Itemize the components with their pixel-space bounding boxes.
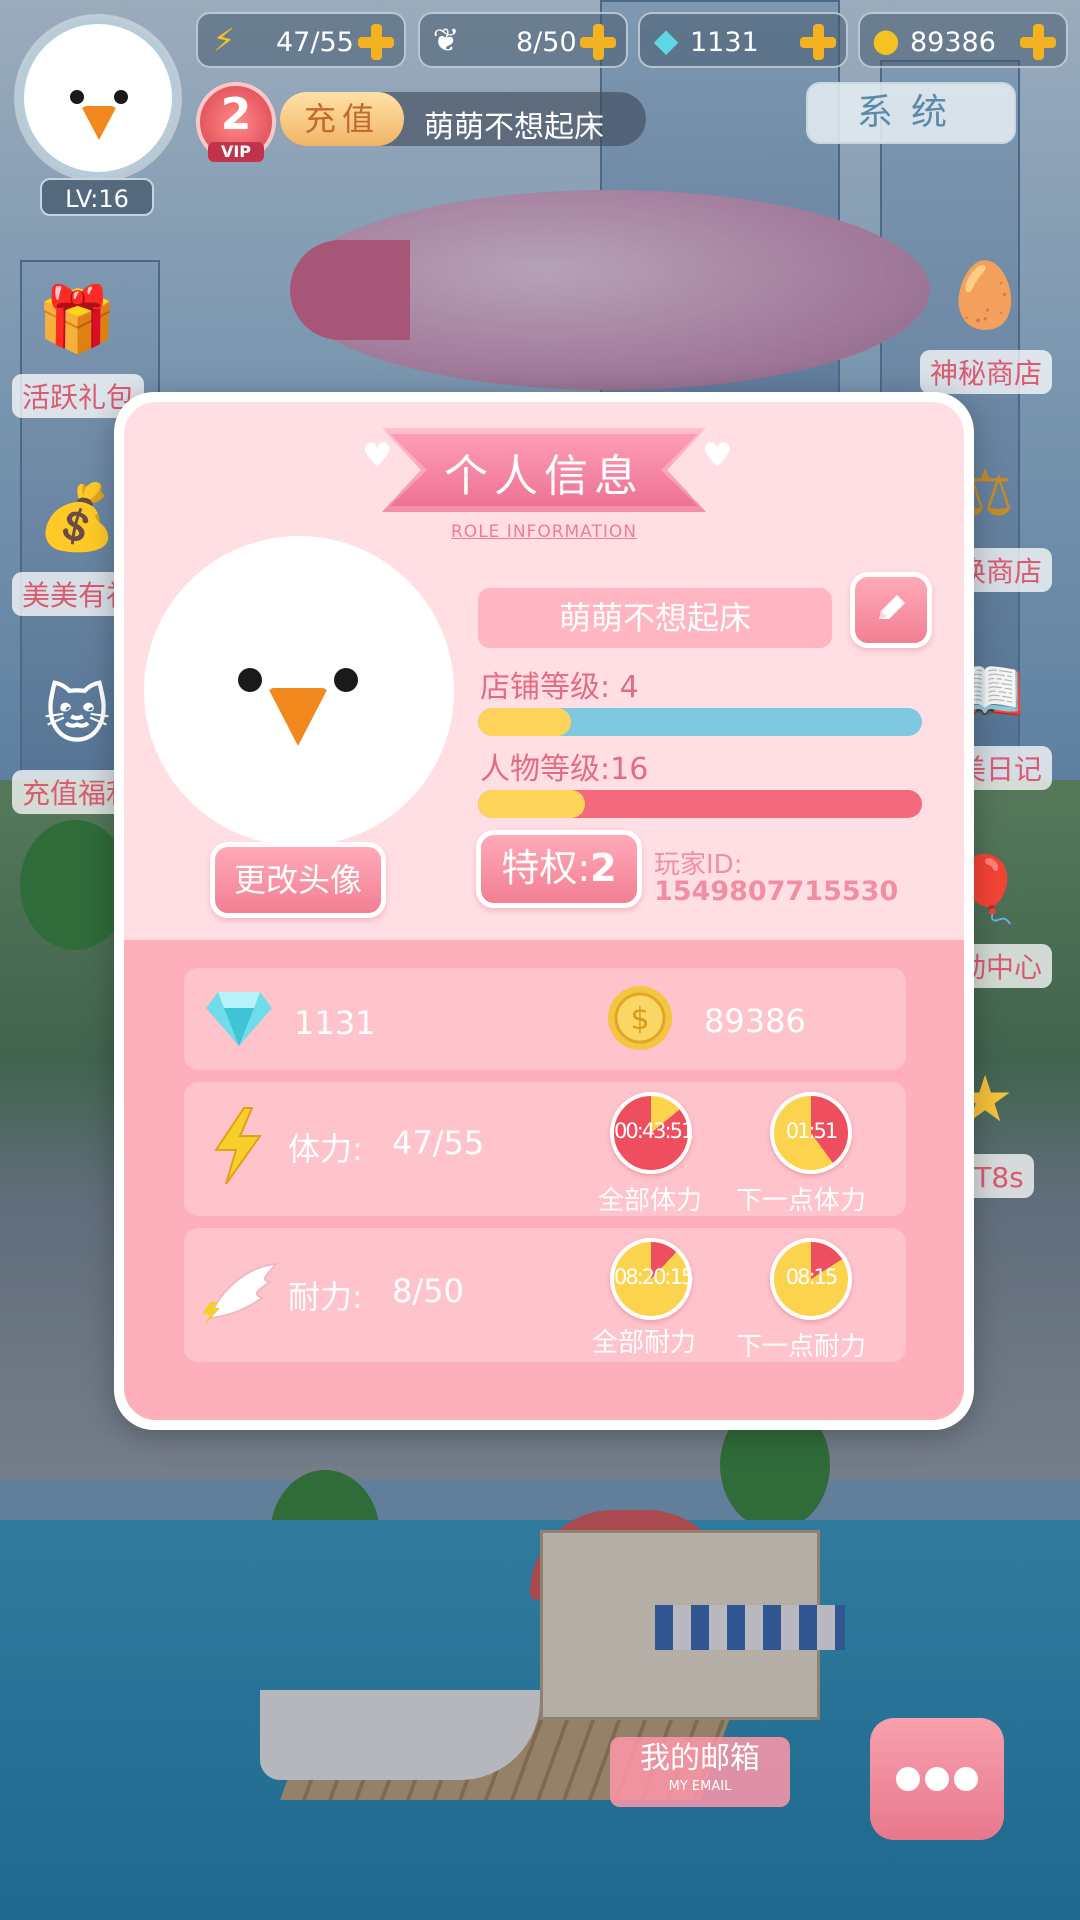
- lucky-cat-icon: 🐱: [43, 679, 111, 753]
- topup-bar: 充值 萌萌不想起床: [280, 92, 646, 146]
- gold-coin-icon: $: [608, 986, 672, 1050]
- endurance-row: 耐力: 8/50 08:20:15 全部耐力 08:15 下一点耐力: [184, 1228, 906, 1362]
- avatar-eye: [114, 90, 128, 104]
- shop-level-bar-fill: [478, 708, 572, 736]
- stamina-amount: 47/55: [392, 1124, 485, 1162]
- vip-label: VIP: [208, 142, 264, 162]
- add-endurance-button[interactable]: [578, 22, 618, 62]
- avatar-beak: [268, 688, 328, 746]
- dot: [954, 1767, 978, 1791]
- coin-icon: ●: [872, 21, 900, 59]
- vip-level: 2: [220, 89, 252, 140]
- side-item-mystery-shop[interactable]: 🥚 神秘商店: [920, 246, 1053, 394]
- wing-icon: [202, 1262, 279, 1326]
- stamina-full-label: 全部体力: [598, 1186, 703, 1216]
- privilege-button[interactable]: 特权:2: [476, 830, 642, 908]
- modal-title: 个人信息: [444, 451, 644, 502]
- diamond-amount: 1131: [294, 1004, 376, 1042]
- diamond-icon: [206, 992, 272, 1046]
- stamina-resource-bar: ⚡ 47/55: [196, 12, 406, 68]
- diamond-resource-bar: ◆ 1131: [638, 12, 848, 68]
- endurance-label: 耐力:: [288, 1278, 363, 1316]
- lightning-icon: ⚡: [212, 21, 236, 59]
- lucky-bag-icon: 💰: [37, 481, 117, 555]
- character-level-bar-fill: [478, 790, 585, 818]
- player-level-badge: LV:16: [40, 178, 154, 216]
- svg-text:$: $: [630, 1002, 649, 1037]
- more-menu-button[interactable]: [870, 1718, 1004, 1840]
- endurance-amount: 8/50: [392, 1272, 464, 1310]
- pencil-icon: [879, 595, 905, 619]
- coin-value: 89386: [910, 27, 996, 58]
- mail-sublabel: MY EMAIL: [668, 1779, 732, 1794]
- stamina-full-timer-text: 00:43:51: [614, 1119, 694, 1143]
- endurance-full-label: 全部耐力: [592, 1328, 697, 1358]
- diamond-icon: ◆: [653, 21, 679, 59]
- coin-amount: 89386: [704, 1002, 806, 1040]
- add-stamina-button[interactable]: [356, 22, 396, 62]
- stamina-full-timer: 00:43:51: [610, 1092, 694, 1174]
- mystery-egg-icon: 🥚: [945, 259, 1025, 333]
- dot: [925, 1767, 949, 1791]
- lightning-icon: [214, 1107, 262, 1185]
- dot: [896, 1767, 920, 1791]
- stamina-next-timer-text: 01:51: [785, 1119, 839, 1143]
- character-level-bar: [478, 790, 922, 818]
- stamina-next-timer: 01:51: [770, 1092, 852, 1174]
- endurance-resource-bar: ❦ 8/50: [418, 12, 628, 68]
- avatar-beak: [81, 106, 117, 140]
- system-button[interactable]: 系统: [806, 82, 1016, 144]
- avatar-eye: [70, 90, 84, 104]
- heart-icon: ♥: [702, 436, 733, 476]
- shop-level-bar: [478, 708, 922, 736]
- character-level-label: 人物等级:16: [480, 752, 649, 787]
- modal-panel: ♥ 个人信息 ♥ ROLE INFORMATION 更改头像 萌萌不想起床 店铺…: [124, 402, 964, 1420]
- change-avatar-button[interactable]: 更改头像: [210, 842, 386, 918]
- vip-badge[interactable]: 2 VIP: [196, 82, 276, 162]
- add-diamond-button[interactable]: [798, 22, 838, 62]
- coin-resource-bar: ● 89386: [858, 12, 1068, 68]
- player-name-field: 萌萌不想起床: [478, 588, 832, 648]
- endurance-full-timer-text: 08:20:15: [614, 1265, 694, 1289]
- stamina-value: 47/55: [276, 27, 354, 58]
- my-email-button[interactable]: 我的邮箱 MY EMAIL: [610, 1737, 790, 1807]
- stamina-next-label: 下一点体力: [736, 1186, 867, 1216]
- hud-player-name: 萌萌不想起床: [424, 110, 604, 145]
- privilege-label: 特权:: [501, 846, 591, 890]
- player-avatar-button[interactable]: [18, 18, 178, 178]
- privilege-value: 2: [590, 846, 617, 890]
- endurance-next-timer-text: 08:15: [785, 1265, 839, 1289]
- endurance-next-timer: 08:15: [770, 1238, 852, 1320]
- side-item-label: 神秘商店: [920, 350, 1053, 394]
- role-info-modal: ♥ 个人信息 ♥ ROLE INFORMATION 更改头像 萌萌不想起床 店铺…: [114, 392, 974, 1430]
- endurance-value: 8/50: [516, 27, 577, 58]
- avatar-eye: [238, 668, 262, 692]
- modal-subtitle: ROLE INFORMATION: [451, 522, 637, 542]
- gift-box-icon: 🎁: [37, 283, 117, 357]
- side-item-activity-gift[interactable]: 🎁 活跃礼包: [12, 270, 145, 418]
- modal-title-ribbon: 个人信息: [382, 428, 706, 512]
- mail-label: 我的邮箱: [640, 1741, 760, 1776]
- diamond-value: 1131: [690, 27, 759, 58]
- avatar-eye: [334, 668, 358, 692]
- shop-level-label: 店铺等级: 4: [480, 670, 639, 705]
- stamina-row: 体力: 47/55 00:43:51 全部体力 01:51 下一点体力: [184, 1082, 906, 1216]
- edit-name-button[interactable]: [850, 572, 932, 648]
- stamina-label: 体力:: [288, 1130, 363, 1168]
- endurance-full-timer: 08:20:15: [610, 1238, 694, 1320]
- currency-row: 1131 $ 89386: [184, 968, 906, 1070]
- wing-icon: ❦: [432, 21, 460, 59]
- profile-avatar: [144, 536, 454, 846]
- endurance-next-label: 下一点耐力: [736, 1332, 867, 1362]
- player-id-value: 1549807715530: [654, 876, 899, 907]
- add-coin-button[interactable]: [1018, 22, 1058, 62]
- topup-button[interactable]: 充值: [280, 92, 404, 146]
